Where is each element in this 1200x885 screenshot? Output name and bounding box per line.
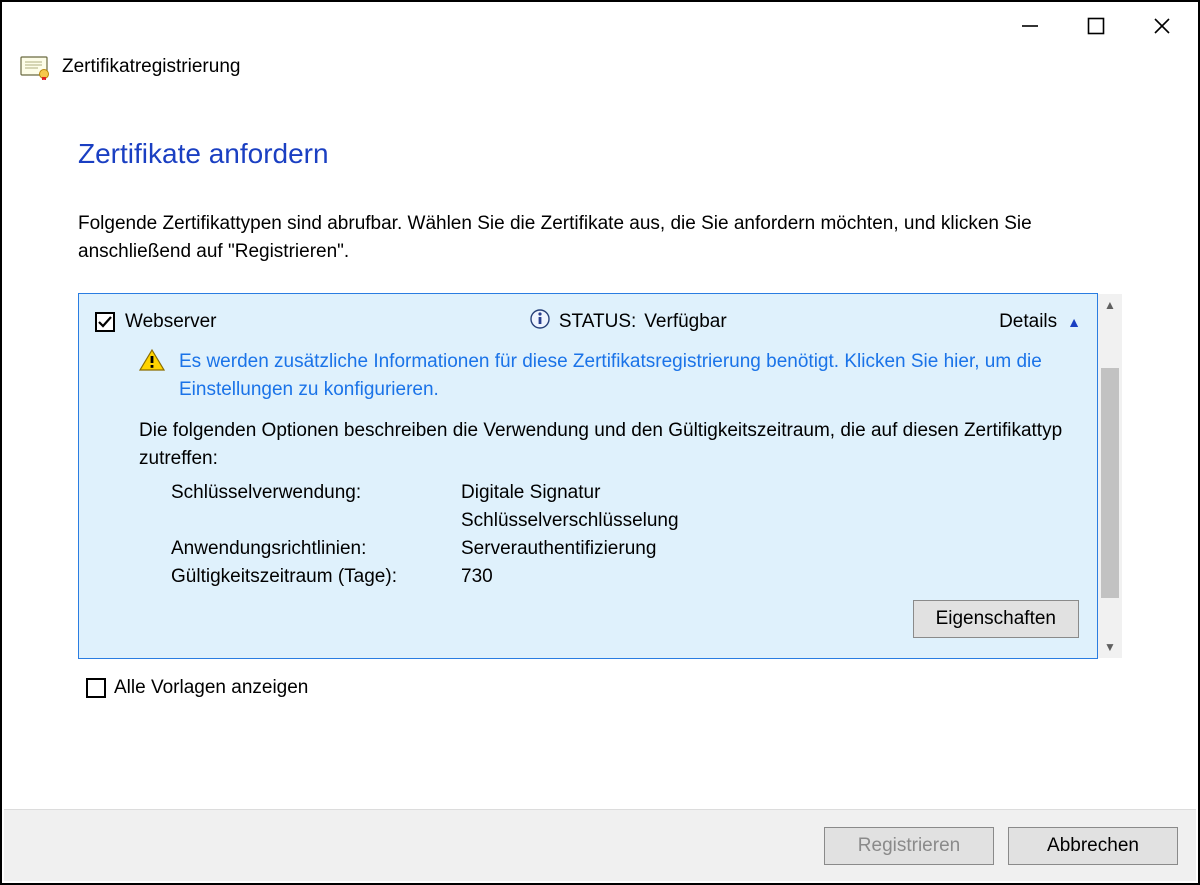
- chevron-up-icon: ▲: [1067, 314, 1081, 330]
- app-policy-value: Serverauthentifizierung: [461, 538, 1081, 560]
- template-header-row: Webserver STATUS: Verfügbar: [95, 308, 1081, 336]
- certificate-icon: [20, 54, 50, 80]
- register-button[interactable]: Registrieren: [824, 827, 994, 865]
- scrollbar-thumb[interactable]: [1101, 368, 1119, 598]
- template-panel-webserver[interactable]: Webserver STATUS: Verfügbar: [78, 293, 1098, 659]
- validity-value: 730: [461, 566, 1081, 588]
- options-description: Die folgenden Optionen beschreiben die V…: [139, 417, 1081, 472]
- warning-row[interactable]: Es werden zusätzliche Informationen für …: [139, 348, 1081, 403]
- scroll-up-arrow-icon[interactable]: ▲: [1098, 294, 1122, 316]
- warning-icon: [139, 348, 165, 372]
- show-all-templates-row: Alle Vorlagen anzeigen: [86, 677, 1122, 699]
- status-value: Verfügbar: [644, 311, 726, 333]
- show-all-label: Alle Vorlagen anzeigen: [114, 677, 308, 699]
- status-label: STATUS:: [559, 311, 636, 333]
- close-icon: [1153, 17, 1171, 35]
- app-policy-label: Anwendungsrichtlinien:: [171, 538, 461, 560]
- vertical-scrollbar[interactable]: ▲ ▼: [1098, 293, 1122, 659]
- key-usage-value-1: Digitale Signatur: [461, 482, 1081, 504]
- maximize-button[interactable]: [1066, 10, 1126, 42]
- intro-text: Folgende Zertifikattypen sind abrufbar. …: [78, 210, 1122, 265]
- maximize-icon: [1087, 17, 1105, 35]
- check-icon: [97, 314, 113, 330]
- cancel-button[interactable]: Abbrechen: [1008, 827, 1178, 865]
- key-usage-label: Schlüsselverwendung:: [171, 482, 461, 504]
- template-name: Webserver: [125, 311, 217, 333]
- properties-button[interactable]: Eigenschaften: [913, 600, 1079, 638]
- wizard-title: Zertifikatregistrierung: [62, 56, 240, 78]
- validity-label: Gültigkeitszeitraum (Tage):: [171, 566, 461, 588]
- page-heading: Zertifikate anfordern: [78, 138, 1122, 170]
- footer-bar: Registrieren Abbrechen: [4, 809, 1196, 881]
- templates-scroll-area: Webserver STATUS: Verfügbar: [78, 293, 1122, 659]
- content-area: Zertifikate anfordern Folgende Zertifika…: [2, 138, 1198, 699]
- scroll-down-arrow-icon[interactable]: ▼: [1098, 636, 1122, 658]
- options-grid: Schlüsselverwendung: Digitale Signatur S…: [171, 482, 1081, 588]
- details-toggle[interactable]: Details ▲: [999, 311, 1081, 333]
- minimize-button[interactable]: [1000, 10, 1060, 42]
- dialog-window: Zertifikatregistrierung Zertifikate anfo…: [0, 0, 1200, 885]
- key-usage-value-2: Schlüsselverschlüsselung: [461, 510, 1081, 532]
- titlebar: [2, 2, 1198, 50]
- close-button[interactable]: [1132, 10, 1192, 42]
- info-icon: [529, 308, 551, 336]
- template-checkbox[interactable]: [95, 312, 115, 332]
- warning-text: Es werden zusätzliche Informationen für …: [179, 348, 1081, 403]
- details-label: Details: [999, 311, 1057, 333]
- wizard-header: Zertifikatregistrierung: [2, 50, 1198, 84]
- minimize-icon: [1021, 17, 1039, 35]
- show-all-checkbox[interactable]: [86, 678, 106, 698]
